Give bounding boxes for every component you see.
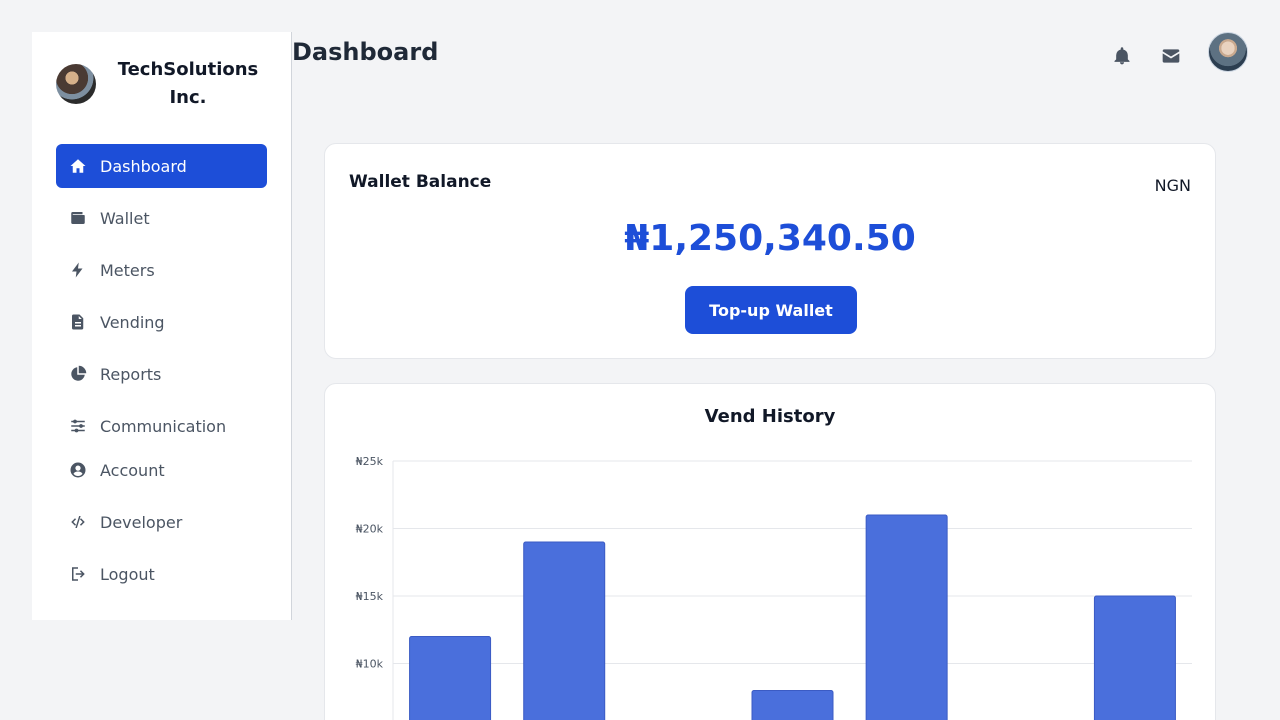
sidebar-item-communication[interactable]: Communication xyxy=(56,404,267,448)
topup-wallet-button[interactable]: Top-up Wallet xyxy=(685,286,857,334)
chart-bar[interactable] xyxy=(751,690,834,720)
chart-bar[interactable] xyxy=(865,514,948,720)
pie-chart-icon xyxy=(68,364,88,384)
wallet-icon xyxy=(68,208,88,228)
wallet-balance: ₦1,250,340.50 xyxy=(624,218,916,259)
sidebar-item-logout[interactable]: Logout xyxy=(56,552,267,596)
sidebar-item-label: Account xyxy=(100,460,165,480)
logout-icon xyxy=(68,564,88,584)
sidebar: TechSolutions Inc. Dashboard Wallet Mete… xyxy=(32,32,292,620)
file-icon xyxy=(68,312,88,332)
brand: TechSolutions Inc. xyxy=(56,56,276,112)
chart-bar[interactable] xyxy=(523,541,606,720)
sidebar-item-wallet[interactable]: Wallet xyxy=(56,196,267,240)
company-logo xyxy=(56,64,96,104)
user-circle-icon xyxy=(68,460,88,480)
y-tick-label: ₦20k xyxy=(356,523,384,536)
sidebar-item-label: Wallet xyxy=(100,208,150,228)
company-name: TechSolutions Inc. xyxy=(117,59,259,108)
y-tick-label: ₦25k xyxy=(356,455,384,468)
chart-bar[interactable] xyxy=(409,636,492,720)
wallet-title: Wallet Balance xyxy=(349,172,492,192)
wallet-currency: NGN xyxy=(1154,176,1191,195)
wallet-card: Wallet Balance NGN ₦1,250,340.50 Top-up … xyxy=(324,143,1216,359)
chart-bar[interactable] xyxy=(1093,595,1176,720)
code-icon xyxy=(68,512,88,532)
envelope-icon[interactable] xyxy=(1159,44,1183,68)
sidebar-item-label: Logout xyxy=(100,564,155,584)
sidebar-item-meters[interactable]: Meters xyxy=(56,248,267,292)
sliders-icon xyxy=(68,416,88,436)
sidebar-item-label: Reports xyxy=(100,364,162,384)
sidebar-item-reports[interactable]: Reports xyxy=(56,352,267,396)
sidebar-item-label: Dashboard xyxy=(100,156,187,176)
y-tick-label: ₦10k xyxy=(356,658,384,671)
sidebar-item-label: Vending xyxy=(100,312,165,332)
sidebar-item-account[interactable]: Account xyxy=(56,448,267,492)
page-title: Dashboard xyxy=(292,38,439,66)
bell-icon[interactable] xyxy=(1110,44,1134,68)
sidebar-item-label: Meters xyxy=(100,260,155,280)
y-tick-label: ₦15k xyxy=(356,590,384,603)
sidebar-item-vending[interactable]: Vending xyxy=(56,300,267,344)
sidebar-item-label: Communication xyxy=(100,416,227,436)
vend-history-chart: ₦10k ₦15k ₦20k ₦25k xyxy=(356,455,1192,720)
bolt-icon xyxy=(68,260,88,280)
avatar[interactable] xyxy=(1208,32,1248,72)
sidebar-item-label: Developer xyxy=(100,512,183,532)
sidebar-item-developer[interactable]: Developer xyxy=(56,500,267,544)
sidebar-item-dashboard[interactable]: Dashboard xyxy=(56,144,267,188)
home-icon xyxy=(68,156,88,176)
vend-history-card: Vend History ₦10k ₦15k ₦20k ₦25k xyxy=(324,383,1216,720)
